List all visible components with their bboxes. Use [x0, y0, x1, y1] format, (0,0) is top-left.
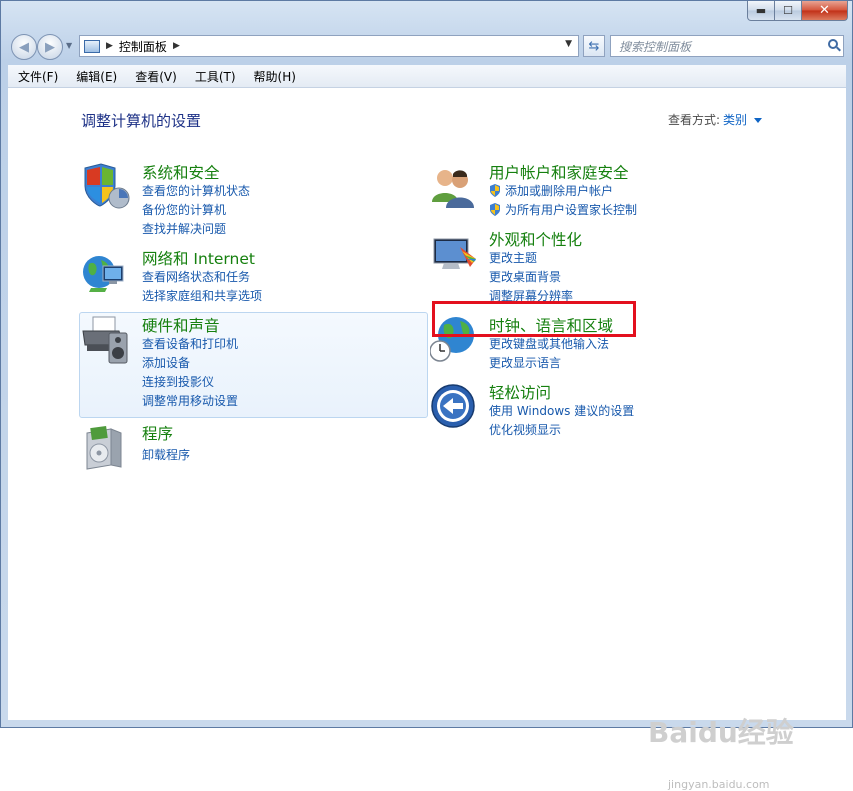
baidu-watermark-url: jingyan.baidu.com: [668, 778, 770, 791]
programs-title[interactable]: 程序: [142, 422, 173, 444]
change-theme-link[interactable]: 更改主题: [489, 249, 537, 266]
programs-box-icon: [86, 425, 122, 470]
homegroup-sharing-link[interactable]: 选择家庭组和共享选项: [142, 287, 262, 304]
search-box[interactable]: [610, 35, 844, 57]
system-security-title[interactable]: 系统和安全: [142, 161, 220, 183]
window-caption-buttons: ▬ ☐ ✕: [747, 1, 848, 21]
breadcrumb-arrow-icon[interactable]: ▶: [106, 41, 113, 51]
search-icon[interactable]: [828, 39, 838, 49]
view-by-dropdown[interactable]: 类别: [723, 111, 762, 128]
optimize-visual-display-link[interactable]: 优化视频显示: [489, 421, 561, 438]
category-user-accounts: 用户帐户和家庭安全 添加或删除用户帐户 为所有用户设置家长控制: [430, 161, 790, 217]
category-ease-of-access: 轻松访问 使用 Windows 建议的设置 优化视频显示: [430, 381, 790, 437]
add-device-link[interactable]: 添加设备: [142, 354, 190, 371]
address-dropdown-icon[interactable]: ▼: [565, 39, 572, 49]
change-desktop-bg-link[interactable]: 更改桌面背景: [489, 268, 561, 285]
add-remove-accounts-link[interactable]: 添加或删除用户帐户: [489, 182, 613, 199]
category-system-security: 系统和安全 查看您的计算机状态 备份您的计算机 查找并解决问题: [81, 161, 411, 236]
navigation-bar: ◀ ▶ ▼ ▶ 控制面板 ▶ ▼ ⇆: [9, 32, 845, 60]
baidu-watermark: Baidu经验: [648, 716, 794, 749]
menu-view[interactable]: 查看(V): [125, 68, 185, 85]
menu-bar: 文件(F) 编辑(E) 查看(V) 工具(T) 帮助(H): [8, 65, 846, 88]
menu-file[interactable]: 文件(F): [8, 68, 66, 85]
shield-icon: [84, 163, 130, 209]
network-status-link[interactable]: 查看网络状态和任务: [142, 268, 250, 285]
minimize-button[interactable]: ▬: [747, 1, 775, 21]
ease-of-access-icon: [431, 384, 475, 428]
category-network-internet: 网络和 Internet 查看网络状态和任务 选择家庭组和共享选项: [81, 247, 411, 303]
control-panel-icon: [84, 39, 100, 53]
backup-computer-link[interactable]: 备份您的计算机: [142, 201, 226, 218]
category-programs: 程序 卸载程序: [81, 422, 411, 472]
content-pane: 调整计算机的设置 查看方式: 类别 系统和安全 查看您的计算机状态 备份您的计算…: [8, 88, 846, 791]
view-computer-status-link[interactable]: 查看您的计算机状态: [142, 182, 250, 199]
category-hardware-sound: 硬件和声音 查看设备和打印机 添加设备 连接到投影仪 调整常用移动设置: [81, 314, 411, 408]
printer-speaker-icon: [82, 316, 128, 364]
devices-printers-link[interactable]: 查看设备和打印机: [142, 335, 238, 352]
view-by-label: 查看方式:: [667, 113, 720, 127]
appearance-title[interactable]: 外观和个性化: [489, 228, 582, 250]
user-accounts-title[interactable]: 用户帐户和家庭安全: [489, 161, 629, 183]
forward-button[interactable]: ▶: [37, 34, 63, 60]
forward-arrow-icon: ▶: [45, 39, 55, 55]
close-button[interactable]: ✕: [802, 1, 848, 21]
users-icon: [432, 170, 474, 208]
menu-tools[interactable]: 工具(T): [185, 68, 244, 85]
search-input[interactable]: [617, 38, 821, 56]
menu-edit[interactable]: 编辑(E): [66, 68, 125, 85]
connect-projector-link[interactable]: 连接到投影仪: [142, 373, 214, 390]
recent-pages-dropdown[interactable]: ▼: [66, 41, 72, 50]
uac-shield-icon: [490, 184, 500, 197]
recommended-settings-link[interactable]: 使用 Windows 建议的设置: [489, 402, 634, 419]
hardware-sound-title[interactable]: 硬件和声音: [142, 314, 220, 336]
menu-help[interactable]: 帮助(H): [244, 68, 304, 85]
breadcrumb-control-panel[interactable]: 控制面板: [119, 38, 167, 55]
refresh-button[interactable]: ⇆: [583, 35, 605, 57]
mobility-settings-link[interactable]: 调整常用移动设置: [142, 392, 238, 409]
back-arrow-icon: ◀: [19, 39, 29, 55]
troubleshoot-link[interactable]: 查找并解决问题: [142, 220, 226, 237]
add-remove-accounts-label: 添加或删除用户帐户: [505, 184, 614, 198]
highlight-annotation-box: [432, 301, 636, 337]
parental-controls-link[interactable]: 为所有用户设置家长控制: [489, 201, 637, 218]
uac-shield-icon: [490, 203, 500, 216]
refresh-icon: ⇆: [588, 38, 600, 54]
page-title: 调整计算机的设置: [81, 112, 202, 130]
change-display-language-link[interactable]: 更改显示语言: [489, 354, 561, 371]
uninstall-program-link[interactable]: 卸载程序: [142, 446, 190, 463]
maximize-button[interactable]: ☐: [775, 1, 802, 21]
parental-controls-label: 为所有用户设置家长控制: [505, 203, 638, 217]
network-globe-icon: [83, 256, 124, 292]
ease-of-access-title[interactable]: 轻松访问: [489, 381, 551, 403]
back-button[interactable]: ◀: [11, 34, 37, 60]
change-keyboard-input-link[interactable]: 更改键盘或其他输入法: [489, 335, 609, 352]
network-internet-title[interactable]: 网络和 Internet: [142, 247, 255, 269]
appearance-monitor-icon: [433, 238, 476, 269]
breadcrumb-arrow-icon[interactable]: ▶: [173, 41, 180, 51]
category-appearance: 外观和个性化 更改主题 更改桌面背景 调整屏幕分辨率: [430, 228, 790, 303]
control-panel-window: ▬ ☐ ✕ ◀ ▶ ▼ ▶ 控制面板 ▶ ▼ ⇆ 文件(F) 编辑(E) 查看(…: [0, 0, 853, 791]
address-bar[interactable]: ▶ 控制面板 ▶ ▼: [79, 35, 579, 57]
